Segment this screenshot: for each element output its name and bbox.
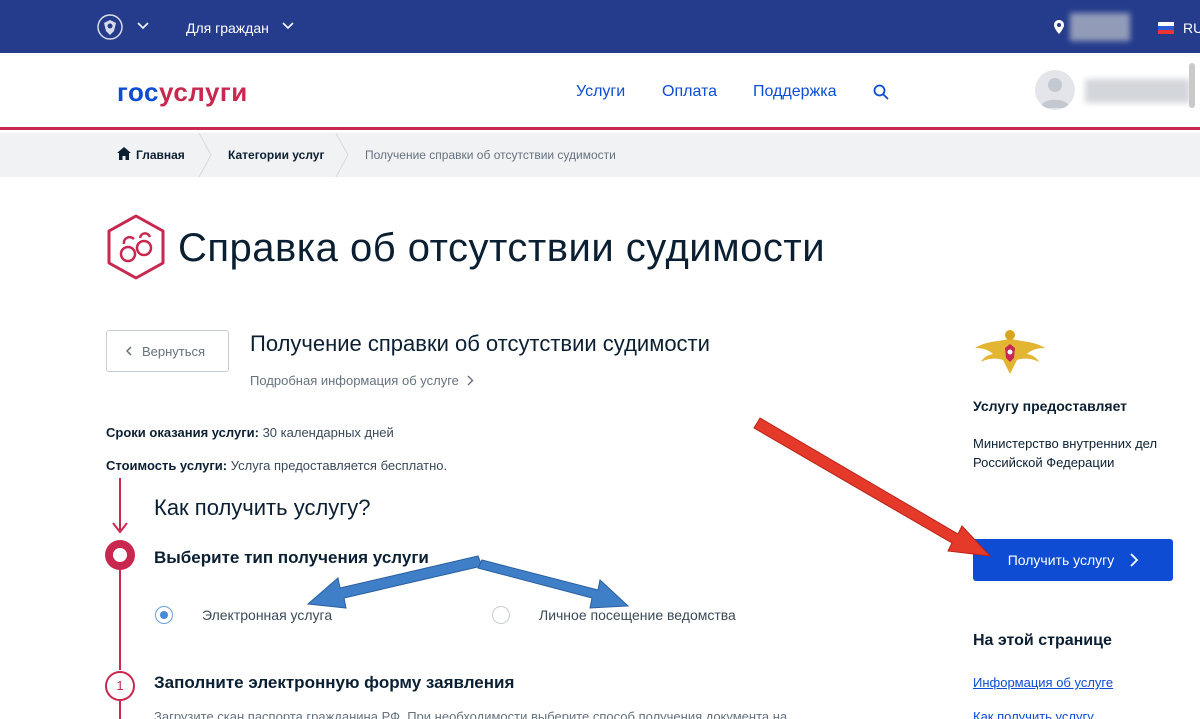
step-fill-form-text: Загрузите скан паспорта гражданина РФ. П… [154,709,788,719]
username-redacted [1085,79,1190,103]
radio-personal-visit[interactable] [492,606,510,624]
arrow-down-icon [112,522,128,534]
location-pin-icon[interactable] [1054,20,1064,34]
back-button[interactable]: Вернуться [106,330,229,372]
timeline-line [119,701,121,719]
service-details-label: Подробная информация об услуге [250,373,459,388]
ministry-emblem-icon [975,330,1045,374]
radio-electronic[interactable] [155,606,173,624]
breadcrumb: Главная Категории услуг Получение справк… [0,133,1200,177]
breadcrumb-home[interactable]: Главная [136,148,185,162]
how-to-get-title: Как получить услугу? [154,495,371,520]
service-title: Получение справки об отсутствии судимост… [250,331,710,356]
red-annotation-arrow [753,417,992,557]
nav-payment[interactable]: Оплата [662,83,717,101]
handcuffs-icon [107,214,165,280]
breadcrumb-categories[interactable]: Категории услуг [228,148,324,162]
chevron-down-icon[interactable] [137,22,149,30]
get-service-label: Получить услугу [1007,552,1115,568]
site-header: госуслуги Услуги Оплата Поддержка [0,53,1200,130]
scrollbar[interactable] [1189,63,1195,108]
user-icon [1040,78,1070,108]
service-details-link[interactable]: Подробная информация об услуге [250,373,474,388]
chevron-left-icon [125,346,132,356]
back-button-label: Вернуться [142,343,206,359]
timeline-step-number: 1 [105,671,135,701]
chevron-right-icon [467,375,474,386]
service-terms-value: 30 календарных дней [258,425,394,440]
logo-part-uslugi: услуги [159,77,248,107]
citizens-menu[interactable]: Для граждан [186,20,269,36]
russian-flag-icon[interactable] [1158,22,1174,34]
breadcrumb-separator-icon [335,133,349,177]
on-this-page-title: На этой странице [973,632,1112,649]
provider-title: Услугу предоставляет [973,398,1128,414]
nav-services[interactable]: Услуги [576,83,625,101]
service-cost-label: Стоимость услуги: [106,458,228,473]
home-icon[interactable] [117,147,131,160]
top-bar: Для граждан RU [0,0,1200,53]
logo-part-gos: гос [117,77,159,107]
blue-annotation-arrow [477,559,630,609]
timeline-line [119,570,121,670]
service-cost: Стоимость услуги: Услуга предоставляется… [106,458,447,473]
step-fill-form-title: Заполните электронную форму заявления [154,673,515,692]
location-redacted [1070,13,1130,41]
service-terms: Сроки оказания услуги: 30 календарных дн… [106,425,394,440]
radio-personal-visit-label[interactable]: Личное посещение ведомства [539,607,736,623]
chevron-right-icon [1130,553,1139,567]
nav-support[interactable]: Поддержка [753,83,836,101]
page-title: Справка об отсутствии судимости [178,226,826,270]
coat-of-arms-icon[interactable] [96,13,124,41]
gosuslugi-logo[interactable]: госуслуги [117,77,248,108]
breadcrumb-current: Получение справки об отсутствии судимост… [365,148,616,162]
avatar[interactable] [1035,70,1075,110]
service-cost-value: Услуга предоставляется бесплатно. [227,458,448,473]
link-how-to-get[interactable]: Как получить услугу [973,709,1094,719]
provider-name: Министерство внутренних дел Российской Ф… [973,436,1158,470]
radio-electronic-label[interactable]: Электронная услуга [202,607,332,623]
step-select-type-title: Выберите тип получения услуги [154,548,429,567]
link-service-info[interactable]: Информация об услуге [973,675,1113,690]
get-service-button[interactable]: Получить услугу [973,539,1173,581]
language-switch[interactable]: RU [1183,20,1200,36]
timeline-current-step [105,540,135,570]
search-icon[interactable] [873,84,889,100]
service-terms-label: Сроки оказания услуги: [106,425,259,440]
breadcrumb-separator-icon [198,133,212,177]
chevron-down-icon[interactable] [282,22,294,30]
